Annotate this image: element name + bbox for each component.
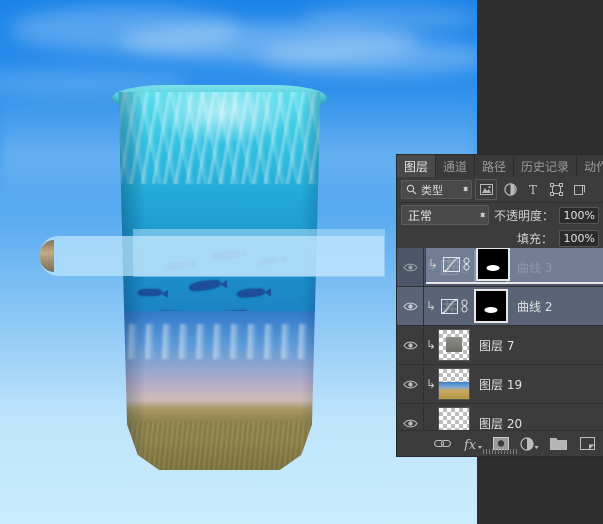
chevron-updown-icon[interactable]: ▲ ▼ [463, 186, 468, 193]
fx-layer-style-icon[interactable]: fx [458, 433, 485, 455]
svg-text:T: T [529, 183, 537, 196]
filter-pixel-icon[interactable] [475, 179, 497, 200]
filter-kind-value: 类型 [421, 183, 443, 197]
clipping-mask-icon: ↳ [425, 299, 437, 313]
layer-visibility-toggle[interactable] [397, 248, 424, 286]
new-layer-icon[interactable] [574, 433, 601, 455]
panel-resize-grip[interactable] [483, 449, 517, 454]
layer-name[interactable]: 曲线 2 [517, 298, 552, 315]
layer-visibility-toggle[interactable] [397, 404, 424, 431]
chevron-updown-icon[interactable]: ▲ ▼ [480, 211, 485, 218]
table-row[interactable]: 图层 20 [397, 404, 603, 431]
search-icon [406, 184, 417, 195]
cup-artwork[interactable] [118, 92, 321, 470]
clipping-mask-icon: ↳ [425, 338, 437, 352]
filter-adjustment-icon[interactable] [500, 180, 520, 199]
blend-mode-bar[interactable]: 正常 ▲ ▼ 不透明度： 100% [397, 203, 603, 227]
link-mask-icon[interactable] [460, 299, 474, 313]
layer-name[interactable]: 图层 7 [479, 337, 514, 354]
new-group-icon[interactable] [545, 433, 572, 455]
cloud-shape [260, 40, 477, 74]
clipping-mask-icon: ↳ [425, 377, 437, 391]
layer-name[interactable]: 图层 19 [479, 376, 522, 393]
layer-thumbnail[interactable] [438, 368, 470, 400]
panel-tab-bar[interactable]: 图层 通道 路径 历史记录 动作 [397, 155, 603, 177]
opacity-label: 不透明度： [493, 208, 554, 223]
layer-visibility-toggle[interactable] [397, 287, 424, 325]
layer-mask-thumbnail [476, 248, 510, 281]
fill-input[interactable]: 100% [559, 229, 599, 247]
link-mask-icon [462, 257, 476, 271]
dragged-layer-row[interactable]: ↳ [426, 248, 603, 282]
svg-text:fx: fx [463, 438, 477, 451]
table-row[interactable]: ↳ 曲线 2 [397, 287, 603, 326]
layer-list[interactable]: ↳ 曲线 3 ↳ [397, 248, 603, 431]
layer-visibility-toggle[interactable] [397, 326, 424, 364]
filter-kind-select[interactable]: 类型 ▲ ▼ [401, 180, 472, 199]
layer-name[interactable]: 图层 20 [479, 415, 522, 432]
filter-type-icon[interactable]: T [523, 180, 543, 199]
layers-panel[interactable]: 图层 通道 路径 历史记录 动作 类型 ▲ ▼ T 正常 ▲ ▼ 不透明度： 1… [397, 155, 603, 456]
filter-smartobject-icon[interactable] [569, 180, 589, 199]
blend-mode-select[interactable]: 正常 ▲ ▼ [401, 205, 489, 225]
cloud-shape [300, 4, 477, 32]
table-row[interactable]: ↳ 图层 7 [397, 326, 603, 365]
tab-channels[interactable]: 通道 [436, 155, 476, 177]
tab-history[interactable]: 历史记录 [514, 155, 578, 177]
layer-thumbnail[interactable] [438, 407, 470, 431]
layer-mask-thumbnail[interactable] [474, 289, 508, 323]
lock-bar[interactable]: 填充： 100% [397, 227, 603, 249]
fill-label: 填充： [516, 231, 553, 246]
layer-visibility-toggle[interactable] [397, 365, 424, 403]
drop-indicator-line [426, 282, 603, 284]
tab-paths[interactable]: 路径 [475, 155, 515, 177]
curves-adjustment-icon[interactable] [438, 296, 460, 316]
link-layers-icon[interactable] [429, 433, 456, 455]
tab-actions[interactable]: 动作 [577, 155, 603, 177]
tab-layers[interactable]: 图层 [397, 155, 437, 177]
table-row[interactable]: ↳ 图层 19 [397, 365, 603, 404]
translucent-band[interactable] [40, 236, 384, 276]
filter-shape-icon[interactable] [546, 180, 566, 199]
layers-panel-toolbar[interactable]: fx [397, 430, 603, 456]
opacity-input[interactable]: 100% [559, 206, 599, 224]
curves-adjustment-icon [440, 254, 462, 274]
photoshop-window: 图层 通道 路径 历史记录 动作 类型 ▲ ▼ T 正常 ▲ ▼ 不透明度： 1… [0, 0, 603, 524]
clipping-mask-icon: ↳ [427, 257, 439, 271]
layer-filter-bar[interactable]: 类型 ▲ ▼ T [397, 177, 603, 203]
layer-thumbnail[interactable] [438, 329, 470, 361]
new-adjustment-layer-icon[interactable] [516, 433, 543, 455]
blend-mode-value: 正常 [408, 208, 433, 223]
